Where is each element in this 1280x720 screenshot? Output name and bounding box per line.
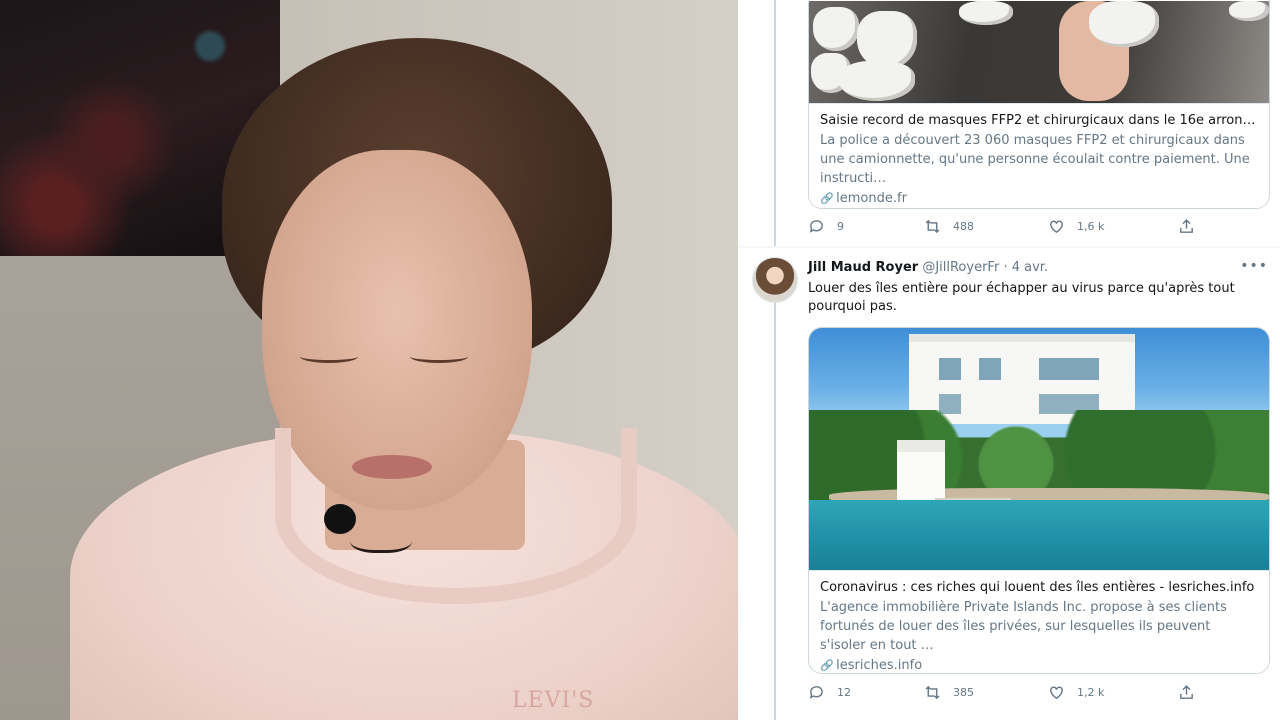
retweet-icon [925,219,940,234]
avatar[interactable] [752,257,798,303]
reply-icon [809,686,823,699]
link-icon: 🔗 [820,659,834,672]
retweet-count: 488 [953,220,974,233]
mask-shape [839,61,915,101]
author-name[interactable]: Jill Maud Royer [808,260,918,275]
share-button[interactable] [1178,218,1207,235]
retweet-button[interactable]: 488 [924,218,974,235]
card-image-masks [809,1,1269,103]
card-image-island [809,328,1269,570]
card-meta: Saisie record de masques FFP2 et chirurg… [809,103,1269,206]
card-domain-text: lemonde.fr [836,191,907,206]
sea-image [809,500,1269,570]
share-icon [1180,219,1193,233]
tweet-1[interactable]: Saisie record de masques FFP2 et chirurg… [738,0,1280,246]
share-button[interactable] [1178,684,1207,701]
tweet-2[interactable]: Jill Maud Royer @JillRoyerFr · 4 avr. ••… [738,248,1280,720]
mask-shape [813,7,859,51]
card-description: L'agence immobilière Private Islands Inc… [820,600,1227,653]
reply-count: 12 [837,686,851,699]
tweet-actions: 12 385 1,2 k [808,684,1208,704]
link-card[interactable]: Coronavirus : ces riches qui louent des … [808,327,1270,674]
sweater-logo: LEVI'S [512,688,595,713]
reply-icon [809,220,823,233]
retweet-count: 385 [953,686,974,699]
twitter-feed[interactable]: Saisie record de masques FFP2 et chirurg… [738,0,1280,720]
retweet-button[interactable]: 385 [924,684,974,701]
like-icon [1050,686,1063,700]
share-icon [1180,685,1193,699]
reply-button[interactable]: 9 [808,218,844,235]
window [939,358,961,380]
link-card[interactable]: Saisie record de masques FFP2 et chirurg… [808,0,1270,209]
link-icon: 🔗 [820,192,834,205]
video-frame: LEVI'S [0,0,738,720]
reply-count: 9 [837,220,844,233]
tweet-text: Louer des îles entière pour échapper au … [808,281,1235,314]
card-domain-text: lesriches.info [836,658,923,673]
thread-line [774,0,776,246]
person-eye-right [410,350,468,363]
card-domain: 🔗 lemonde.fr [820,191,1258,206]
card-title: Saisie record de masques FFP2 et chirurg… [820,113,1258,128]
card-meta: Coronavirus : ces riches qui louent des … [809,570,1269,673]
more-icon[interactable]: ••• [1240,258,1268,274]
dock-image [935,478,1011,502]
author-handle[interactable]: @JillRoyerFr [922,260,999,275]
like-button[interactable]: 1,6 k [1048,218,1104,235]
card-domain: 🔗 lesriches.info [820,658,1258,673]
reply-button[interactable]: 12 [808,684,851,701]
trees-image [809,410,1269,500]
mask-shape [959,1,1013,25]
retweet-icon [925,685,940,700]
microphone-cable [350,524,412,553]
like-button[interactable]: 1,2 k [1048,684,1104,701]
like-icon [1050,220,1063,234]
tweet-header: Jill Maud Royer @JillRoyerFr · 4 avr. [808,260,1048,275]
like-count: 1,2 k [1077,686,1105,699]
thread-line [774,300,776,720]
tweet-actions: 9 488 1,6 k [808,218,1208,238]
card-title: Coronavirus : ces riches qui louent des … [820,580,1255,595]
mask-shape [1229,1,1269,21]
separator-dot: · [1003,260,1008,275]
card-description: La police a découvert 23 060 masques FFP… [820,133,1250,186]
mask-shape [1089,1,1159,47]
window [979,358,1001,380]
like-count: 1,6 k [1077,220,1105,233]
person-eye-left [300,350,358,363]
tweet-date[interactable]: 4 avr. [1012,260,1048,275]
window [1039,358,1099,380]
